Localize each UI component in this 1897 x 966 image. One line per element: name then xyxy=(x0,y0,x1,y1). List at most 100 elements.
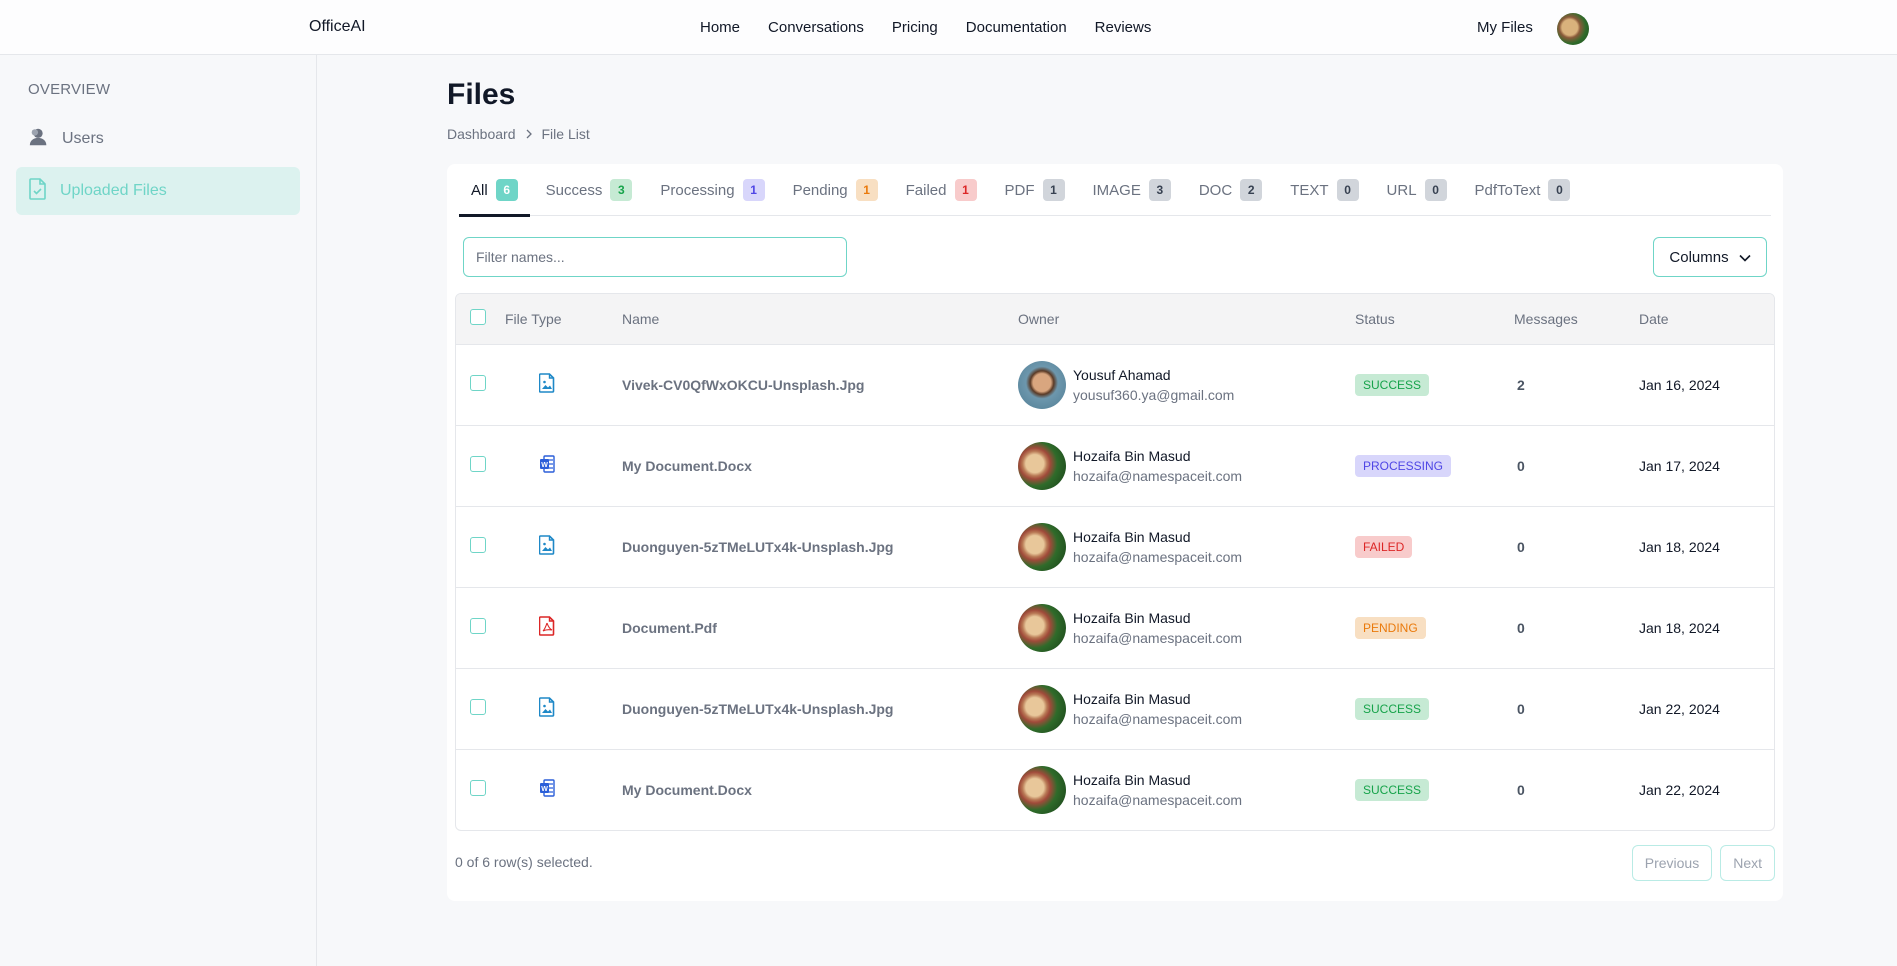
tab-label: Pending xyxy=(792,181,848,199)
nav-conversations[interactable]: Conversations xyxy=(768,19,864,36)
my-files-link[interactable]: My Files xyxy=(1477,19,1533,36)
status-badge: SUCCESS xyxy=(1355,373,1430,396)
upload-date: Jan 16, 2024 xyxy=(1639,376,1720,393)
header-owner[interactable]: Owner xyxy=(1018,294,1355,344)
file-name[interactable]: Document.Pdf xyxy=(622,620,717,636)
owner-cell: Hozaifa Bin Masud hozaifa@namespaceit.co… xyxy=(1018,684,1355,733)
table-header-row: File Type Name Owner Status Messages Dat… xyxy=(456,294,1774,344)
owner-avatar xyxy=(1018,684,1066,733)
chevron-right-icon xyxy=(524,126,534,142)
tab-label: Processing xyxy=(660,181,735,199)
image-file-icon xyxy=(538,535,555,558)
table-row[interactable]: Duonguyen-5zTMeLUTx4k-Unsplash.Jpg Hozai… xyxy=(456,668,1774,749)
tab-all[interactable]: All 6 xyxy=(459,164,530,217)
tab-count-badge: 6 xyxy=(495,179,518,201)
file-name[interactable]: Duonguyen-5zTMeLUTx4k-Unsplash.Jpg xyxy=(622,701,893,717)
tab-doc[interactable]: DOC 2 xyxy=(1187,164,1274,216)
row-checkbox[interactable] xyxy=(470,375,486,391)
nav-pricing[interactable]: Pricing xyxy=(892,19,938,36)
columns-button[interactable]: Columns xyxy=(1653,237,1767,277)
message-count: 0 xyxy=(1517,781,1525,798)
tab-count-badge: 3 xyxy=(610,179,633,201)
owner-avatar xyxy=(1018,441,1066,490)
header-status[interactable]: Status xyxy=(1355,294,1514,344)
file-name[interactable]: Vivek-CV0QfWxOKCU-Unsplash.Jpg xyxy=(622,377,864,393)
sidebar-item-label: Users xyxy=(62,130,104,147)
status-badge: SUCCESS xyxy=(1355,778,1430,801)
header-name[interactable]: Name xyxy=(622,294,1018,344)
header-messages[interactable]: Messages xyxy=(1514,294,1639,344)
previous-button[interactable]: Previous xyxy=(1631,845,1713,881)
breadcrumb-dashboard[interactable]: Dashboard xyxy=(447,126,516,142)
sidebar-item-uploaded-files[interactable]: Uploaded Files xyxy=(16,167,300,215)
nav-reviews[interactable]: Reviews xyxy=(1095,19,1152,36)
tab-label: IMAGE xyxy=(1092,181,1141,199)
tab-pdftotext[interactable]: PdfToText 0 xyxy=(1463,164,1583,216)
nav-home[interactable]: Home xyxy=(700,19,740,36)
tab-count-badge: 0 xyxy=(1424,179,1447,201)
image-file-icon xyxy=(538,373,555,396)
nav-documentation[interactable]: Documentation xyxy=(966,19,1067,36)
owner-cell: Hozaifa Bin Masud hozaifa@namespaceit.co… xyxy=(1018,603,1355,652)
row-checkbox[interactable] xyxy=(470,456,486,472)
file-check-icon xyxy=(28,177,48,205)
tab-image[interactable]: IMAGE 3 xyxy=(1081,164,1183,216)
svg-text:W: W xyxy=(541,786,548,793)
tab-processing[interactable]: Processing 1 xyxy=(648,164,776,216)
status-badge: FAILED xyxy=(1355,535,1413,558)
row-checkbox[interactable] xyxy=(470,537,486,553)
tab-success[interactable]: Success 3 xyxy=(534,164,645,216)
owner-avatar xyxy=(1018,522,1066,571)
upload-date: Jan 18, 2024 xyxy=(1639,619,1720,636)
tab-pdf[interactable]: PDF 1 xyxy=(993,164,1077,216)
table-row[interactable]: W My Document.Docx Hozaifa Bin Masud hoz… xyxy=(456,749,1774,830)
tab-url[interactable]: URL 0 xyxy=(1375,164,1459,216)
owner-cell: Hozaifa Bin Masud hozaifa@namespaceit.co… xyxy=(1018,522,1355,571)
sidebar: OVERVIEW Users Uploaded Files xyxy=(0,55,317,966)
file-name[interactable]: My Document.Docx xyxy=(622,458,752,474)
upload-date: Jan 18, 2024 xyxy=(1639,538,1720,555)
table-row[interactable]: Document.Pdf Hozaifa Bin Masud hozaifa@n… xyxy=(456,587,1774,668)
selection-count: 0 of 6 row(s) selected. xyxy=(455,854,593,870)
owner-name: Yousuf Ahamad xyxy=(1073,366,1171,383)
doc-file-icon: W xyxy=(539,455,555,476)
doc-file-icon: W xyxy=(539,779,555,800)
row-checkbox[interactable] xyxy=(470,780,486,797)
filter-names-input[interactable] xyxy=(463,237,847,277)
row-checkbox[interactable] xyxy=(470,699,486,715)
brand-logo[interactable]: OfficeAI xyxy=(309,18,366,36)
sidebar-item-users[interactable]: Users xyxy=(16,115,300,163)
header-date[interactable]: Date xyxy=(1639,294,1774,344)
row-checkbox[interactable] xyxy=(470,618,486,634)
tab-failed[interactable]: Failed 1 xyxy=(894,164,989,216)
user-icon xyxy=(28,126,50,153)
owner-email: hozaifa@namespaceit.com xyxy=(1073,629,1243,646)
header-file-type[interactable]: File Type xyxy=(505,294,622,344)
upload-date: Jan 22, 2024 xyxy=(1639,781,1720,798)
owner-name: Hozaifa Bin Masud xyxy=(1073,690,1191,707)
tab-count-badge: 1 xyxy=(954,179,977,201)
tab-text[interactable]: TEXT 0 xyxy=(1278,164,1370,216)
tab-label: PdfToText xyxy=(1474,181,1541,199)
table-row[interactable]: Duonguyen-5zTMeLUTx4k-Unsplash.Jpg Hozai… xyxy=(456,506,1774,587)
tab-count-badge: 2 xyxy=(1240,179,1263,201)
tab-label: URL xyxy=(1386,181,1417,199)
file-name[interactable]: My Document.Docx xyxy=(622,782,752,798)
owner-name: Hozaifa Bin Masud xyxy=(1073,528,1191,545)
table-row[interactable]: Vivek-CV0QfWxOKCU-Unsplash.Jpg Yousuf Ah… xyxy=(456,344,1774,425)
owner-email: hozaifa@namespaceit.com xyxy=(1073,710,1243,727)
tab-count-badge: 0 xyxy=(1548,179,1571,201)
owner-cell: Yousuf Ahamad yousuf360.ya@gmail.com xyxy=(1018,360,1355,409)
tab-count-badge: 1 xyxy=(742,179,765,201)
message-count: 0 xyxy=(1517,538,1525,555)
tab-pending[interactable]: Pending 1 xyxy=(781,164,890,216)
file-name[interactable]: Duonguyen-5zTMeLUTx4k-Unsplash.Jpg xyxy=(622,539,893,555)
tab-label: DOC xyxy=(1198,181,1233,199)
select-all-checkbox[interactable] xyxy=(470,309,486,326)
pdf-file-icon xyxy=(538,616,555,639)
user-avatar[interactable] xyxy=(1557,13,1589,45)
message-count: 0 xyxy=(1517,457,1525,474)
next-button[interactable]: Next xyxy=(1720,845,1775,881)
sidebar-item-label: Uploaded Files xyxy=(60,182,167,199)
table-row[interactable]: W My Document.Docx Hozaifa Bin Masud hoz… xyxy=(456,425,1774,506)
